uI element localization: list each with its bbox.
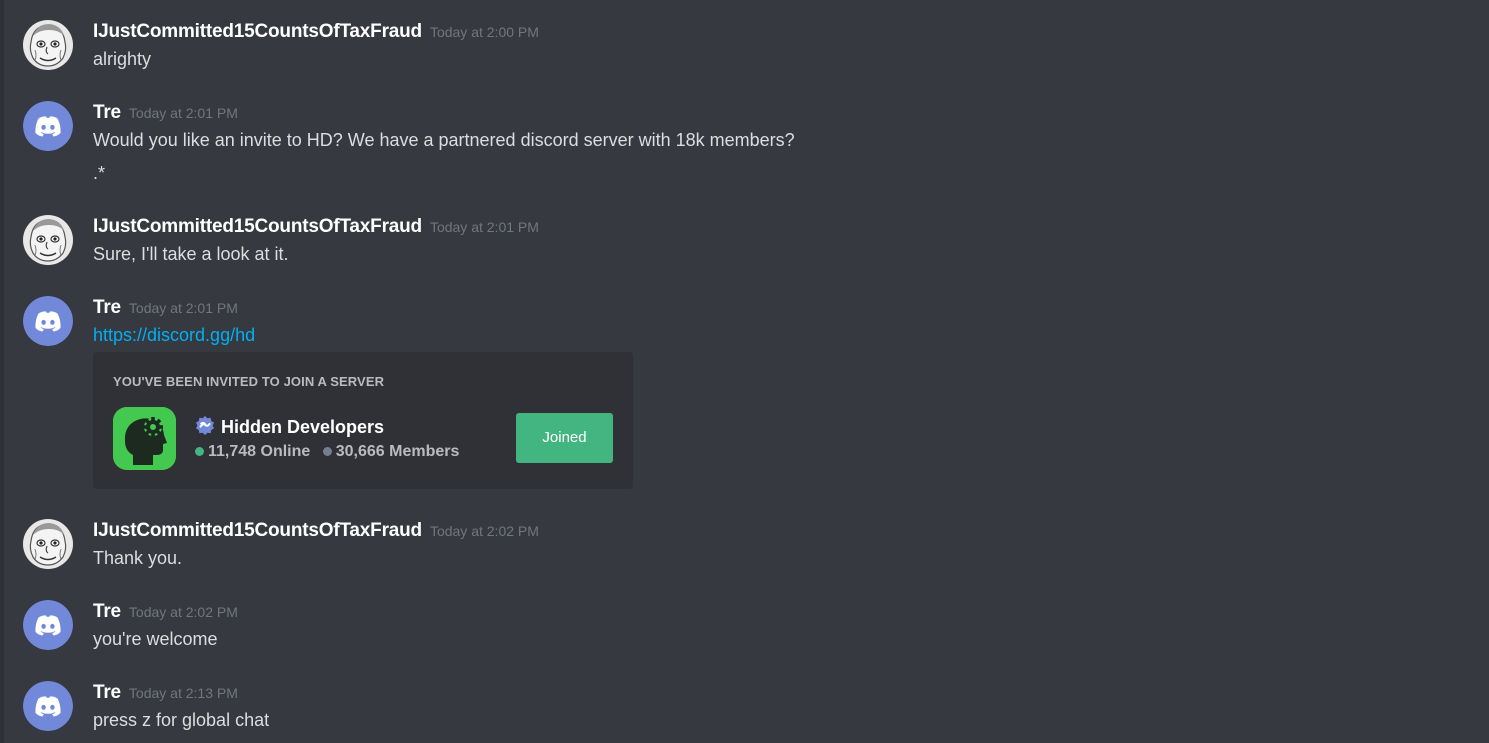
discord-logo-avatar-icon [23, 600, 73, 650]
online-dot-icon [195, 446, 204, 456]
user-avatar[interactable] [23, 20, 73, 70]
head-gear-icon [113, 407, 176, 470]
message-header: IJustCommitted15CountsOfTaxFraud Today at… [93, 20, 539, 44]
message-text: press z for global chat [93, 710, 270, 730]
message-text: alrighty [93, 49, 152, 69]
invite-link-line: https://discord.gg/hd [93, 323, 255, 347]
invite-title: YOU'VE BEEN INVITED TO JOIN A SERVER [113, 374, 385, 389]
username[interactable]: Tre [93, 297, 121, 318]
message: IJustCommitted15CountsOfTaxFraud Today at… [0, 215, 1400, 275]
timestamp[interactable]: Today at 2:01 PM [129, 300, 238, 316]
timestamp[interactable]: Today at 2:01 PM [430, 219, 539, 235]
message-header: Tre Today at 2:01 PM [93, 296, 238, 320]
discord-logo-avatar-icon [23, 101, 73, 151]
message: IJustCommitted15CountsOfTaxFraud Today at… [0, 519, 1400, 579]
user-avatar[interactable] [23, 681, 73, 731]
discord-logo-avatar-icon [23, 296, 73, 346]
members-dot-icon [322, 446, 332, 456]
server-name-row: Hidden Developers [195, 414, 459, 440]
username[interactable]: Tre [93, 102, 121, 123]
discord-logo-avatar-icon [23, 681, 73, 731]
message-header: IJustCommitted15CountsOfTaxFraud Today at… [93, 215, 539, 239]
message-header: Tre Today at 2:02 PM [93, 600, 238, 624]
username[interactable]: Tre [93, 601, 121, 622]
username[interactable]: IJustCommitted15CountsOfTaxFraud [93, 216, 422, 237]
invite-card: YOU'VE BEEN INVITED TO JOIN A SERVER Hid… [93, 352, 633, 489]
joined-button[interactable]: Joined [516, 413, 613, 463]
server-icon[interactable] [113, 407, 176, 470]
invite-link[interactable]: https://discord.gg/hd [93, 325, 255, 345]
username[interactable]: IJustCommitted15CountsOfTaxFraud [93, 520, 422, 541]
username[interactable]: IJustCommitted15CountsOfTaxFraud [93, 21, 422, 42]
timestamp[interactable]: Today at 2:01 PM [129, 105, 238, 121]
message: Tre Today at 2:01 PM https://discord.gg/h… [0, 296, 1400, 496]
message-text: .* [93, 163, 106, 183]
message-text: Would you like an invite to HD? We have … [93, 130, 795, 150]
server-counts: 11,748 Online 30,666 Members [195, 440, 459, 464]
member-count: 30,666 Members [335, 443, 460, 460]
sketch-face-avatar-icon [23, 519, 73, 569]
message: IJustCommitted15CountsOfTaxFraud Today at… [0, 20, 1400, 80]
message-header: Tre Today at 2:01 PM [93, 101, 238, 125]
message-text: Thank you. [93, 548, 183, 568]
message-header: IJustCommitted15CountsOfTaxFraud Today at… [93, 519, 539, 543]
message-header: Tre Today at 2:13 PM [93, 681, 238, 705]
timestamp[interactable]: Today at 2:00 PM [430, 24, 539, 40]
timestamp[interactable]: Today at 2:02 PM [129, 604, 238, 620]
sketch-face-avatar-icon [23, 20, 73, 70]
chat-messages: IJustCommitted15CountsOfTaxFraud Today at… [0, 0, 1489, 743]
message-text: you're welcome [93, 629, 218, 649]
server-name[interactable]: Hidden Developers [221, 417, 384, 437]
message-text: Sure, I'll take a look at it. [93, 244, 289, 264]
user-avatar[interactable] [23, 296, 73, 346]
message: Tre Today at 2:01 PM Would you like an in… [0, 101, 1400, 191]
user-avatar[interactable] [23, 600, 73, 650]
online-count: 11,748 Online [208, 443, 311, 460]
user-avatar[interactable] [23, 101, 73, 151]
message: Tre Today at 2:13 PM press z for global c… [0, 681, 1400, 741]
partner-badge-icon [195, 415, 215, 435]
sketch-face-avatar-icon [23, 215, 73, 265]
timestamp[interactable]: Today at 2:02 PM [430, 523, 539, 539]
message: Tre Today at 2:02 PM you're welcome [0, 600, 1400, 660]
server-info: Hidden Developers 11,748 Online 30,666 M… [195, 414, 459, 464]
user-avatar[interactable] [23, 215, 73, 265]
username[interactable]: Tre [93, 682, 121, 703]
user-avatar[interactable] [23, 519, 73, 569]
timestamp[interactable]: Today at 2:13 PM [129, 685, 238, 701]
